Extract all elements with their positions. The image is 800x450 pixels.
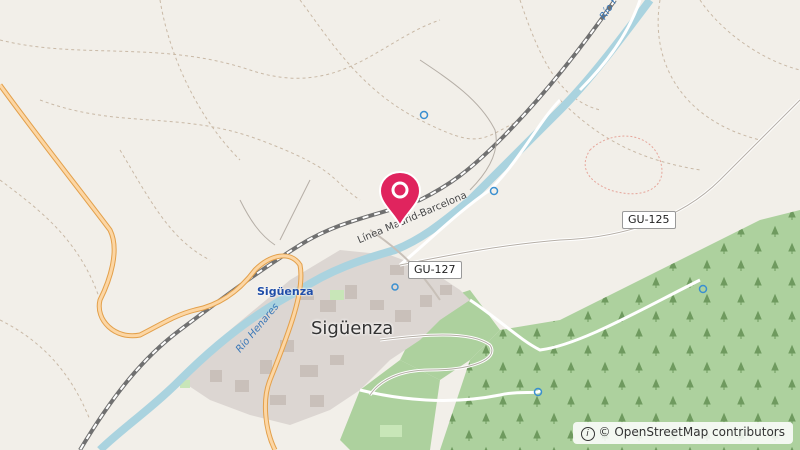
road-shield-gu125: GU-125 — [622, 211, 676, 229]
attribution-text: © OpenStreetMap contributors — [598, 425, 785, 439]
attribution-link[interactable]: i © OpenStreetMap contributors — [572, 422, 793, 444]
location-pin-icon[interactable] — [377, 170, 423, 228]
station-label: Sigüenza — [257, 285, 314, 298]
road-shield-gu127: GU-127 — [408, 261, 462, 279]
town-label: Sigüenza — [311, 318, 394, 339]
map-view[interactable]: Sigüenza Sigüenza Río Henares Río Henare… — [0, 0, 800, 450]
info-icon: i — [580, 427, 595, 441]
